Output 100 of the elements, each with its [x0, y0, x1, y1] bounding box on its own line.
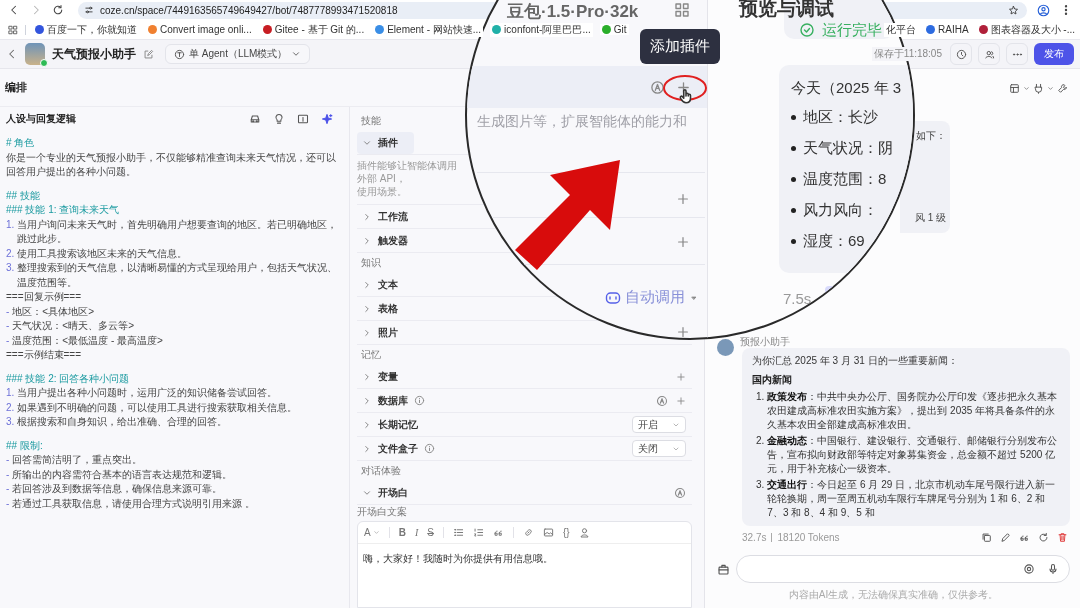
config-row[interactable]: 触发器 [357, 229, 424, 252]
person-icon[interactable] [578, 527, 590, 538]
config-row[interactable]: 照片 [357, 321, 414, 344]
description-text: 生成图片等，扩展智能体的能力和 [477, 113, 687, 131]
message-text: 风力风向： [803, 201, 878, 220]
auto-icon[interactable] [656, 394, 668, 407]
refresh-icon[interactable] [1038, 532, 1049, 543]
chevron-down-icon [291, 49, 302, 59]
italic-button[interactable]: I [414, 527, 419, 538]
list-marker: 3. [756, 478, 765, 492]
auto-icon[interactable] [674, 486, 686, 499]
mode-dropdown[interactable]: 单 Agent（LLM模式） [165, 44, 311, 64]
list-marker: 1. [756, 390, 765, 404]
chevron-right-icon [362, 303, 372, 314]
car-icon[interactable] [249, 113, 261, 125]
group-label: 对话体验 [360, 464, 401, 478]
layout-icon[interactable] [1009, 82, 1020, 94]
text-editor[interactable]: A B I S {} 嗨，大家好！我随时为你提供有用信息哦。 [357, 521, 692, 608]
settings-icon[interactable] [1023, 563, 1035, 575]
select-dropdown[interactable]: 关闭 [632, 440, 686, 457]
config-row[interactable]: 表格 [357, 297, 414, 320]
config-row[interactable]: 变量 [357, 365, 692, 388]
bookmark-star-icon[interactable] [1008, 4, 1019, 16]
bookmark[interactable]: 图表容器及大小 -... [976, 22, 1077, 37]
publish-button[interactable]: 发布 [1034, 43, 1074, 65]
delete-icon[interactable] [1057, 532, 1068, 543]
message-text: 天气状况：阴 [803, 139, 893, 158]
config-row[interactable]: 开场白 [357, 481, 692, 504]
list-marker: - [6, 496, 10, 511]
row-label: 文本 [378, 277, 398, 292]
bookmark[interactable]: Gitee - 基于 Git 的... [260, 22, 367, 37]
share-button[interactable] [978, 43, 1000, 65]
reload-icon[interactable] [52, 4, 64, 16]
bookmark[interactable]: 百度一下，你就知道 [33, 22, 139, 37]
group-label: 知识 [360, 256, 381, 270]
info-icon[interactable] [414, 395, 425, 406]
bookmark[interactable]: Element - 网站快速... [373, 22, 484, 37]
edit-icon[interactable] [143, 48, 154, 60]
config-row[interactable]: 数据库 [357, 389, 692, 412]
panel-title: 人设与回复逻辑 [6, 112, 76, 126]
panel-icon[interactable] [297, 113, 309, 125]
bookmark[interactable]: 化平台 [884, 22, 918, 37]
bulleted-list-icon[interactable] [452, 527, 464, 538]
bookmark[interactable]: Convert image onli... [146, 24, 254, 35]
row-label: 数据库 [378, 393, 408, 408]
bold-button[interactable]: B [398, 527, 406, 538]
apps-icon[interactable] [8, 24, 18, 35]
profile-icon[interactable] [1037, 3, 1050, 17]
bullet-icon [791, 115, 796, 120]
bullet-icon [791, 239, 796, 244]
list-marker: - [6, 482, 10, 496]
chevron-right-icon [362, 395, 372, 406]
braces-button[interactable]: {} [562, 527, 570, 538]
wrench-icon[interactable] [1057, 82, 1068, 94]
editor-text: 嗨，大家好！我随时为你提供有用信息哦。 [362, 552, 554, 566]
microphone-icon[interactable] [1047, 563, 1059, 575]
link-icon[interactable] [522, 527, 534, 538]
sparkle-icon[interactable] [321, 113, 333, 125]
chevron-right-icon [362, 235, 372, 246]
pen-icon[interactable] [1000, 532, 1011, 543]
bullet-icon [791, 177, 796, 182]
briefcase-icon[interactable] [717, 562, 730, 576]
check-circle-icon [799, 22, 815, 38]
copy-icon[interactable] [981, 532, 992, 543]
bookmark[interactable]: Git [599, 24, 629, 35]
chevron-right-icon [362, 211, 372, 222]
bot-title: 天气预报小助手 [52, 45, 136, 63]
numbered-list-icon[interactable] [472, 527, 484, 538]
chevron-down-icon[interactable] [1047, 84, 1054, 92]
auto-icon[interactable] [650, 80, 665, 95]
image-icon[interactable] [542, 527, 554, 538]
config-row[interactable]: 插件 [357, 131, 414, 154]
site-settings-icon[interactable] [84, 5, 94, 15]
chevron-down-icon[interactable] [1023, 84, 1030, 92]
history-button[interactable] [950, 43, 972, 65]
message-text: 为你汇总 2025 年 3 月 31 日的一些重要新闻： [752, 354, 959, 368]
info-icon[interactable] [424, 443, 435, 454]
config-row[interactable]: 文本 [357, 273, 414, 296]
list-marker: - [6, 304, 10, 319]
prompt-heading: ## 限制: [6, 438, 44, 453]
grid-icon[interactable] [674, 2, 690, 18]
row-label: 工作流 [378, 209, 408, 224]
row-label: 插件 [378, 135, 398, 150]
bulb-icon[interactable] [273, 113, 285, 125]
select-dropdown[interactable]: 开启 [632, 416, 686, 433]
bookmark[interactable]: RAIHA [924, 22, 971, 37]
prompt-line: 所输出的内容需符合基本的语言表达规范和逻辑。 [12, 467, 233, 482]
plug-icon[interactable] [1033, 82, 1044, 94]
config-row[interactable]: 长期记忆 开启 [357, 413, 692, 436]
prompt-heading: # 角色 [6, 136, 36, 150]
description-text: 插件能够让智能体调用外部 API， [357, 159, 458, 185]
font-size-button[interactable]: A [364, 527, 380, 538]
clock-icon [955, 48, 967, 60]
chat-input-field[interactable] [736, 555, 1070, 583]
prompt-line: 如果遇到不明确的问题，可以使用工具进行搜索获取相关信息。 [17, 400, 298, 415]
config-row[interactable]: 工作流 [357, 205, 424, 228]
config-row[interactable]: 文件盒子 关闭 [357, 437, 692, 460]
tooltip: 添加插件 [640, 29, 720, 64]
strike-button[interactable]: S [427, 527, 434, 538]
prompt-line: 若回答涉及到数据等信息，确保信息来源可靠。 [12, 482, 223, 496]
